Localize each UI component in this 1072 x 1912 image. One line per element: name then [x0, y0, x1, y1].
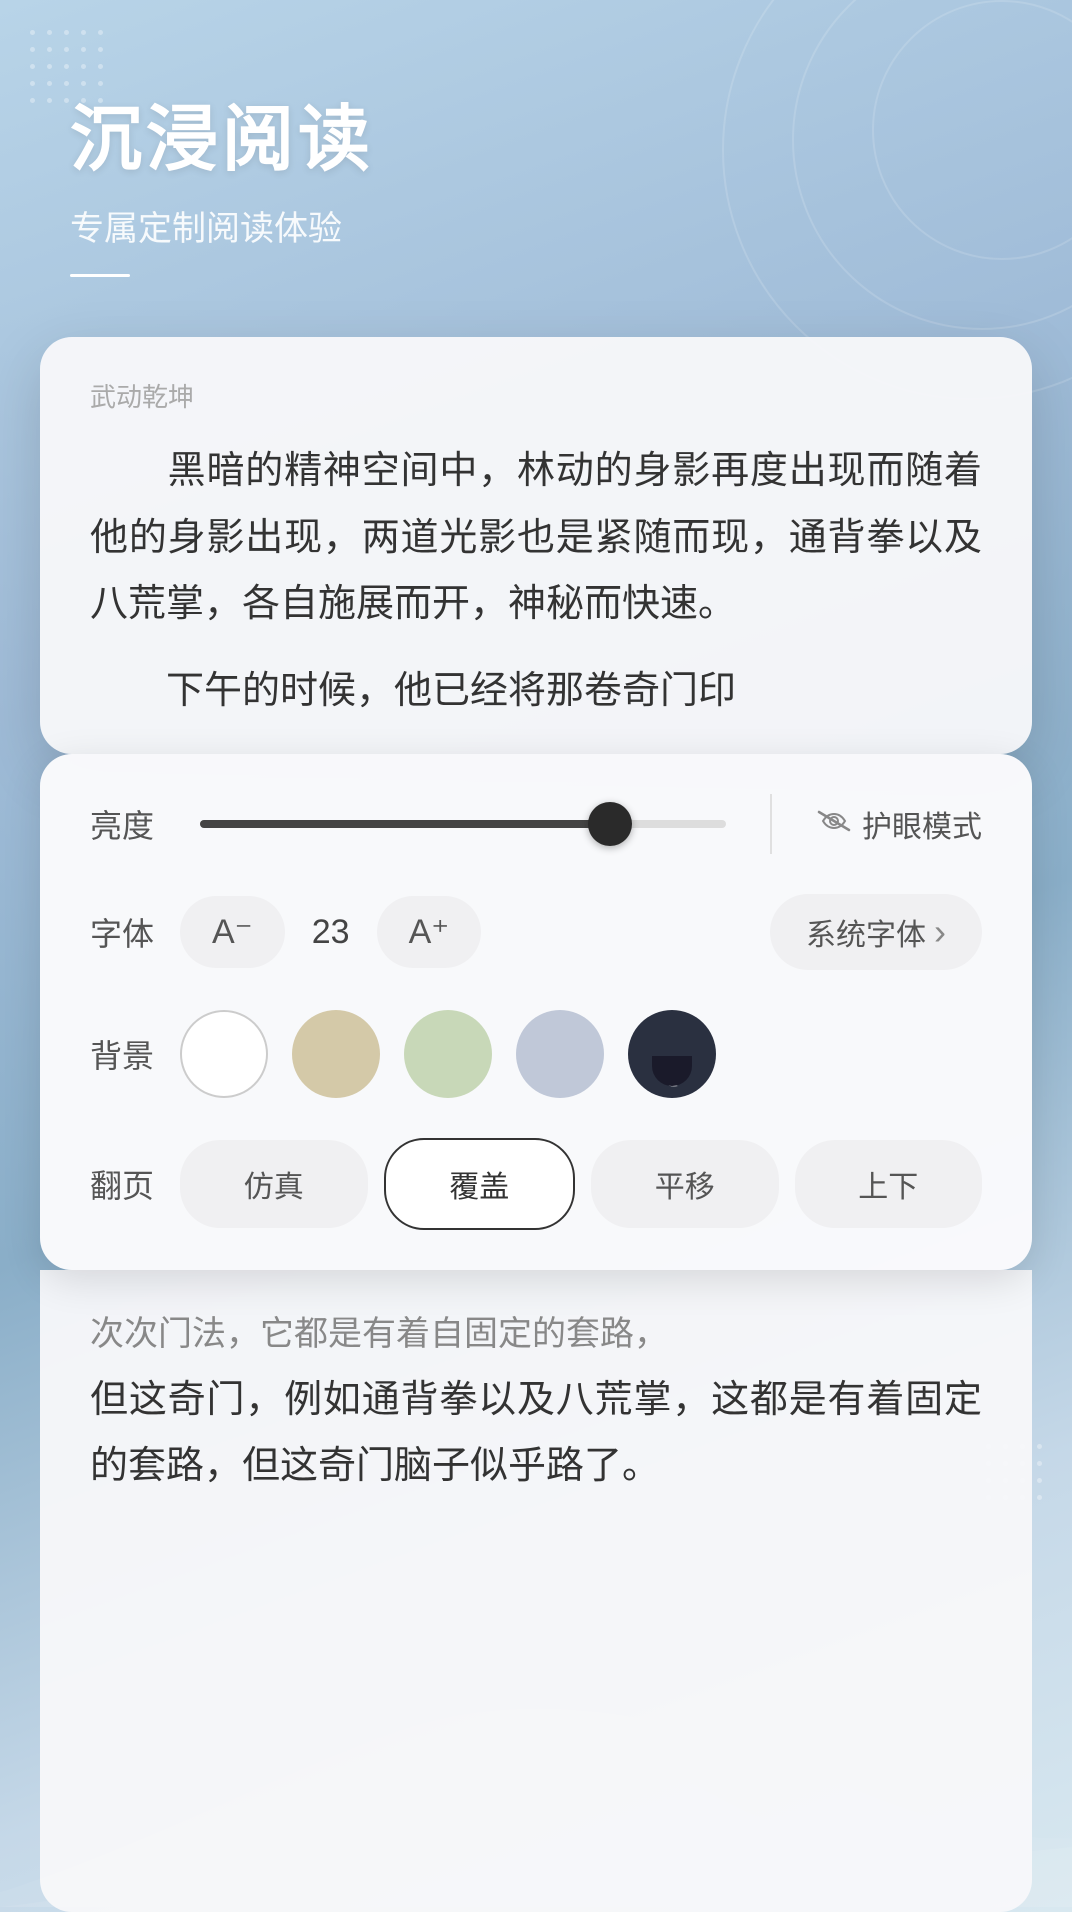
bg-label: 背景 — [90, 1031, 180, 1077]
font-family-button[interactable]: 系统字体 › — [770, 894, 982, 970]
bg-option-dark[interactable] — [628, 1010, 716, 1098]
main-content: 沉浸阅读 专属定制阅读体验 武动乾坤 黑暗的精神空间中，林动的身影再度出现而随着… — [0, 0, 1072, 1912]
slider-thumb[interactable] — [588, 802, 632, 846]
brightness-row: 亮度 护眼模式 — [90, 794, 982, 854]
book-title: 武动乾坤 — [90, 377, 982, 414]
chevron-right-icon: › — [934, 911, 946, 953]
bottom-reading-text: 次次门法，它都是有着自固定的套路， 但这奇门，例如通背拳以及八荒掌，这都是有着固… — [90, 1300, 982, 1500]
eye-icon — [816, 808, 852, 840]
header-divider — [70, 274, 130, 277]
pageturn-label: 翻页 — [90, 1161, 180, 1207]
eye-mode-toggle[interactable]: 护眼模式 — [816, 802, 982, 846]
font-size-display: 23 — [301, 913, 361, 952]
page-title: 沉浸阅读 — [70, 80, 1002, 185]
pageturn-row: 翻页 仿真 覆盖 平移 上下 — [90, 1138, 982, 1230]
reading-text-partial: 下午的时候，他已经将那卷奇门印 — [90, 658, 982, 725]
settings-panel: 亮度 护眼模式 — [40, 754, 1032, 1270]
pageturn-cover-button[interactable]: 覆盖 — [384, 1138, 576, 1230]
reading-card-top: 武动乾坤 黑暗的精神空间中，林动的身影再度出现而随着他的身影出现，两道光影也是紧… — [40, 337, 1032, 754]
bottom-blurred-text: 次次门法，它都是有着自固定的套路， — [90, 1315, 668, 1353]
font-controls: A⁻ 23 A⁺ 系统字体 › — [180, 894, 982, 970]
background-options — [180, 1010, 982, 1098]
font-row: 字体 A⁻ 23 A⁺ 系统字体 › — [90, 894, 982, 970]
pageturn-slide-button[interactable]: 平移 — [591, 1140, 779, 1228]
bg-option-white[interactable] — [180, 1010, 268, 1098]
bg-option-green[interactable] — [404, 1010, 492, 1098]
slider-fill — [200, 820, 610, 828]
font-decrease-button[interactable]: A⁻ — [180, 896, 285, 968]
brightness-control: 护眼模式 — [180, 794, 982, 854]
font-label: 字体 — [90, 909, 180, 955]
pageturn-updown-button[interactable]: 上下 — [795, 1140, 983, 1228]
pageturn-options: 仿真 覆盖 平移 上下 — [180, 1138, 982, 1230]
divider-brightness — [770, 794, 772, 854]
header-section: 沉浸阅读 专属定制阅读体验 — [0, 0, 1072, 317]
eye-mode-label: 护眼模式 — [862, 802, 982, 846]
reading-text-main: 黑暗的精神空间中，林动的身影再度出现而随着他的身影出现，两道光影也是紧随而现，通… — [90, 438, 982, 638]
bottom-reading-card: 次次门法，它都是有着自固定的套路， 但这奇门，例如通背拳以及八荒掌，这都是有着固… — [40, 1270, 1032, 1912]
brightness-label: 亮度 — [90, 801, 180, 847]
bg-option-bluegray[interactable] — [516, 1010, 604, 1098]
bg-option-beige[interactable] — [292, 1010, 380, 1098]
brightness-slider[interactable] — [200, 820, 726, 828]
page-subtitle: 专属定制阅读体验 — [70, 201, 1002, 250]
pageturn-simulate-button[interactable]: 仿真 — [180, 1140, 368, 1228]
font-increase-button[interactable]: A⁺ — [377, 896, 482, 968]
background-row: 背景 — [90, 1010, 982, 1098]
